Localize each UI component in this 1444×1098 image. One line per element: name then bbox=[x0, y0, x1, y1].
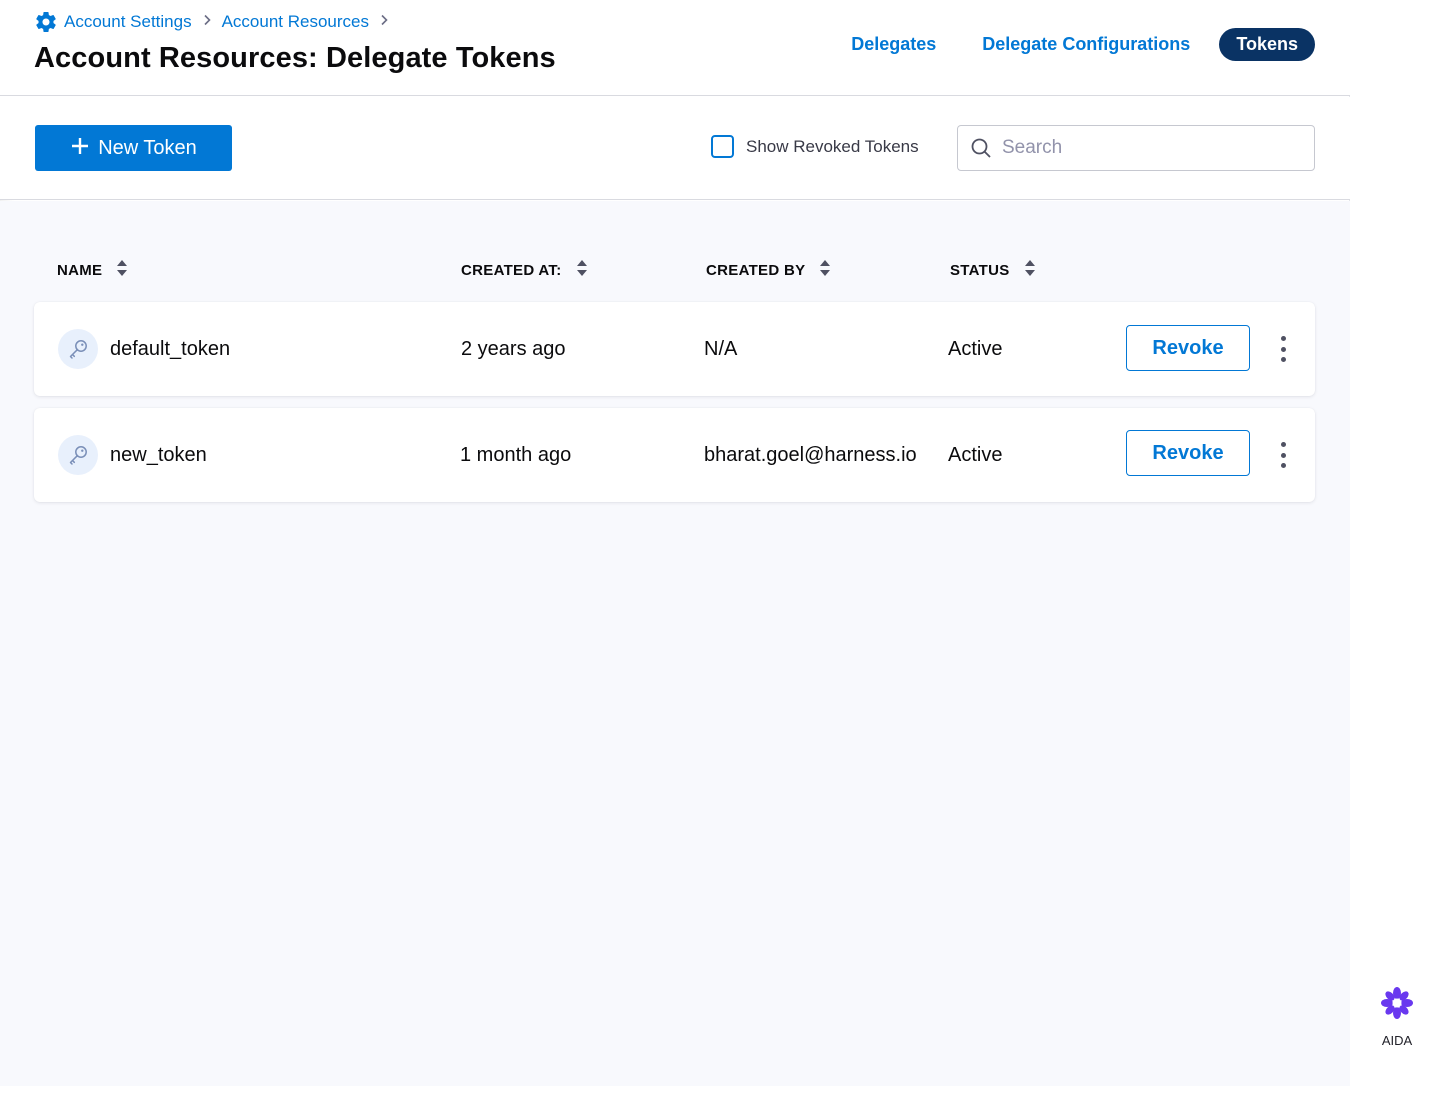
created-by-cell: bharat.goel@harness.io bbox=[704, 443, 917, 466]
status-cell: Active bbox=[948, 443, 1003, 466]
column-header-label: STATUS bbox=[950, 261, 1010, 279]
new-token-button[interactable]: New Token bbox=[35, 125, 232, 171]
column-header-created-by[interactable]: CREATED BY bbox=[706, 259, 831, 281]
key-icon bbox=[58, 435, 98, 475]
show-revoked-toggle[interactable]: Show Revoked Tokens bbox=[711, 135, 919, 158]
more-vertical-icon[interactable] bbox=[1273, 332, 1293, 366]
created-at-cell: 1 month ago bbox=[460, 443, 572, 466]
search-box[interactable] bbox=[957, 125, 1315, 171]
status-cell: Active bbox=[948, 337, 1003, 360]
page-header: Account Settings Account Resources Accou… bbox=[0, 0, 1350, 96]
sort-icon[interactable] bbox=[819, 259, 831, 281]
chevron-right-icon bbox=[202, 13, 212, 31]
tab-tokens[interactable]: Tokens bbox=[1219, 28, 1315, 61]
search-input[interactable] bbox=[1002, 137, 1292, 159]
key-icon bbox=[58, 329, 98, 369]
column-header-status[interactable]: STATUS bbox=[950, 259, 1036, 281]
toolbar: New Token Show Revoked Tokens bbox=[0, 97, 1350, 200]
tokens-table: NAME CREATED AT: CREATED BY STATUS defau… bbox=[0, 201, 1350, 1086]
aida-assistant-button[interactable]: AIDA bbox=[1374, 986, 1420, 1048]
gear-icon bbox=[34, 10, 58, 34]
sort-icon[interactable] bbox=[1024, 259, 1036, 281]
revoke-button[interactable]: Revoke bbox=[1126, 325, 1250, 371]
more-vertical-icon[interactable] bbox=[1273, 438, 1293, 472]
column-header-created-at[interactable]: CREATED AT: bbox=[461, 259, 588, 281]
created-by-cell: N/A bbox=[704, 337, 738, 360]
sort-icon[interactable] bbox=[116, 259, 128, 281]
delegate-tokens-page: Account Settings Account Resources Accou… bbox=[0, 0, 1350, 1086]
sort-icon[interactable] bbox=[576, 259, 588, 281]
tab-delegate-configurations[interactable]: Delegate Configurations bbox=[965, 28, 1207, 61]
revoke-button[interactable]: Revoke bbox=[1126, 430, 1250, 476]
token-name-cell: new_token bbox=[58, 408, 207, 502]
breadcrumb: Account Settings Account Resources bbox=[34, 10, 393, 34]
aida-label: AIDA bbox=[1381, 1033, 1413, 1048]
resource-tabs: Delegates Delegate Configurations Tokens bbox=[822, 28, 1315, 61]
token-name: default_token bbox=[110, 337, 231, 360]
plus-icon bbox=[70, 133, 90, 161]
page-title: Account Resources: Delegate Tokens bbox=[34, 42, 556, 74]
token-name-cell: default_token bbox=[58, 302, 230, 396]
column-header-label: CREATED AT: bbox=[461, 261, 562, 279]
breadcrumb-account-resources[interactable]: Account Resources bbox=[222, 12, 369, 32]
show-revoked-label: Show Revoked Tokens bbox=[746, 136, 919, 156]
column-header-label: CREATED BY bbox=[706, 261, 806, 279]
show-revoked-checkbox[interactable] bbox=[711, 135, 734, 158]
created-at-cell: 2 years ago bbox=[461, 337, 566, 360]
table-row[interactable]: new_token 1 month ago bharat.goel@harnes… bbox=[34, 408, 1315, 502]
token-name: new_token bbox=[110, 443, 207, 466]
tab-delegates[interactable]: Delegates bbox=[834, 28, 953, 61]
table-row[interactable]: default_token 2 years ago N/A Active Rev… bbox=[34, 302, 1315, 396]
search-icon bbox=[970, 137, 992, 159]
aida-icon bbox=[1380, 986, 1414, 1025]
column-header-name[interactable]: NAME bbox=[57, 259, 128, 281]
chevron-right-icon bbox=[379, 13, 389, 31]
column-header-label: NAME bbox=[57, 261, 103, 279]
new-token-label: New Token bbox=[98, 136, 197, 159]
breadcrumb-account-settings[interactable]: Account Settings bbox=[64, 12, 192, 32]
